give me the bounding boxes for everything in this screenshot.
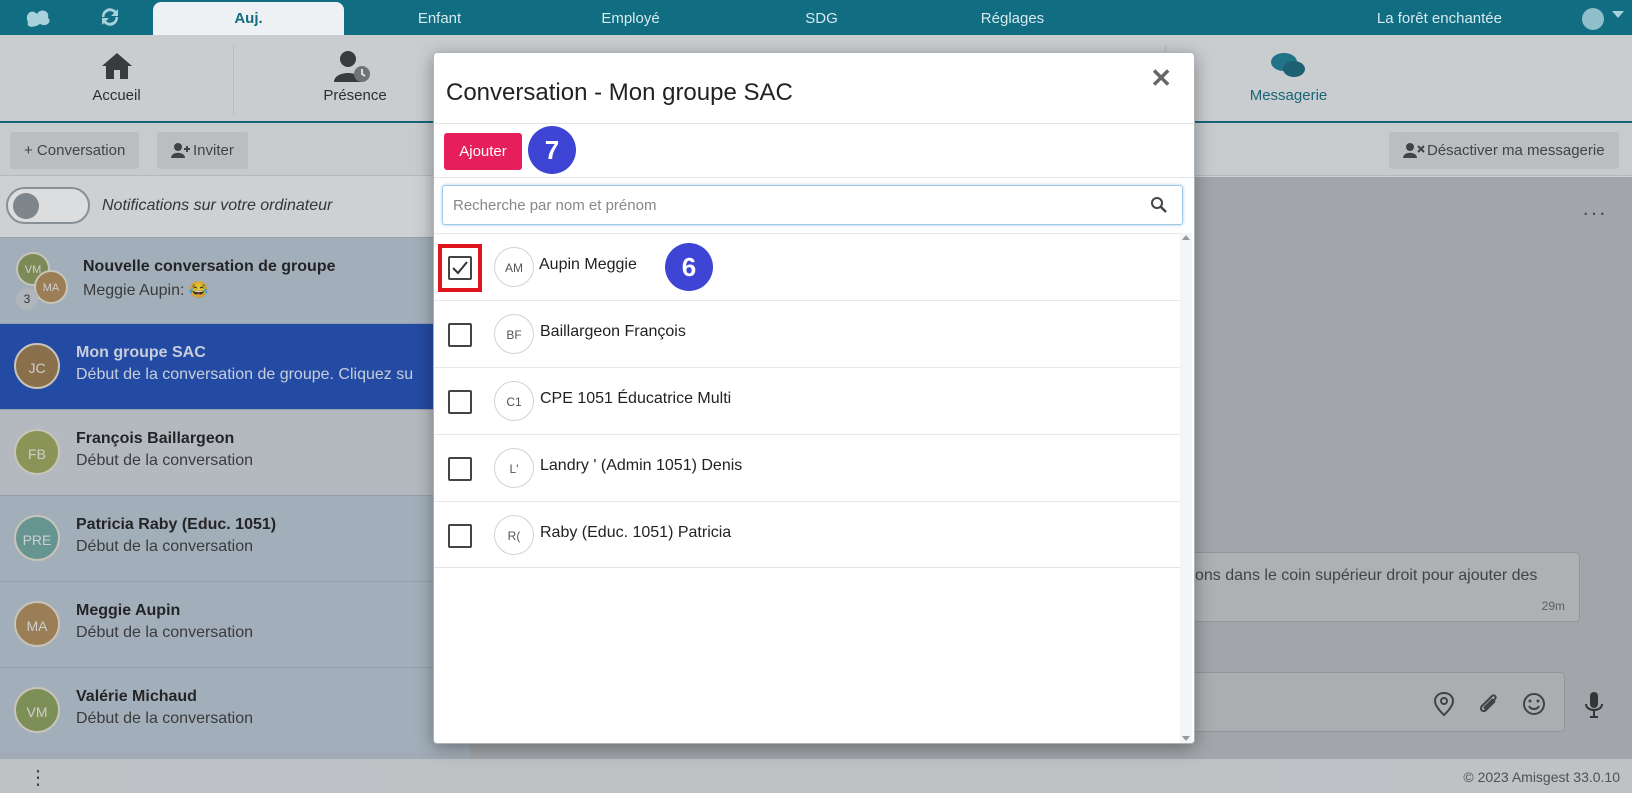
member-checkbox[interactable] bbox=[448, 457, 472, 481]
tab-enfant[interactable]: Enfant bbox=[344, 0, 535, 35]
dialog-title: Conversation - Mon groupe SAC bbox=[446, 79, 793, 106]
step-marker-7: 7 bbox=[528, 126, 576, 174]
search-box bbox=[442, 185, 1183, 225]
chevron-down-icon[interactable] bbox=[1612, 11, 1624, 18]
tab-reglages[interactable]: Réglages bbox=[917, 0, 1108, 35]
scrollbar[interactable] bbox=[1180, 233, 1192, 743]
member-checkbox[interactable] bbox=[448, 323, 472, 347]
member-row[interactable]: BF Baillargeon François bbox=[434, 300, 1180, 367]
tab-auj[interactable]: Auj. bbox=[153, 2, 344, 35]
search-input[interactable] bbox=[451, 194, 1111, 216]
divider bbox=[434, 123, 1194, 124]
conversation-members-dialog: Conversation - Mon groupe SAC ✕ Ajouter … bbox=[433, 52, 1195, 744]
member-row[interactable]: L' Landry ' (Admin 1051) Denis bbox=[434, 434, 1180, 501]
member-checkbox[interactable] bbox=[448, 256, 472, 280]
member-checkbox[interactable] bbox=[448, 390, 472, 414]
tab-employe[interactable]: Employé bbox=[535, 0, 726, 35]
close-icon[interactable]: ✕ bbox=[1150, 63, 1172, 94]
search-icon[interactable] bbox=[1150, 196, 1168, 214]
member-name: CPE 1051 Éducatrice Multi bbox=[540, 390, 732, 407]
scroll-up-icon[interactable] bbox=[1182, 235, 1190, 240]
site-name[interactable]: La forêt enchantée bbox=[1377, 0, 1502, 37]
avatar: C1 bbox=[494, 381, 534, 421]
member-name: Aupin Meggie bbox=[539, 256, 637, 273]
member-row[interactable]: C1 CPE 1051 Éducatrice Multi bbox=[434, 367, 1180, 434]
scroll-down-icon[interactable] bbox=[1182, 736, 1190, 741]
member-name: Landry ' (Admin 1051) Denis bbox=[540, 457, 743, 474]
user-avatar-icon[interactable] bbox=[1582, 8, 1604, 30]
logo-icon[interactable] bbox=[24, 6, 54, 34]
member-checkbox[interactable] bbox=[448, 524, 472, 548]
avatar: AM bbox=[494, 247, 534, 287]
avatar: R( bbox=[494, 515, 534, 555]
tab-sdg[interactable]: SDG bbox=[726, 0, 917, 35]
divider bbox=[434, 177, 1194, 178]
top-bar: Auj. Enfant Employé SDG Réglages La forê… bbox=[0, 0, 1632, 35]
member-list: AM Aupin Meggie 6 BF Baillargeon Françoi… bbox=[434, 233, 1180, 568]
checkmark-icon bbox=[452, 261, 468, 275]
add-button[interactable]: Ajouter bbox=[444, 133, 522, 170]
member-row[interactable]: AM Aupin Meggie 6 bbox=[434, 233, 1180, 300]
avatar: L' bbox=[494, 448, 534, 488]
avatar: BF bbox=[494, 314, 534, 354]
step-marker-6: 6 bbox=[665, 243, 713, 291]
member-name: Baillargeon François bbox=[540, 323, 686, 340]
member-row[interactable]: R( Raby (Educ. 1051) Patricia bbox=[434, 501, 1180, 568]
refresh-icon[interactable] bbox=[98, 6, 122, 34]
member-name: Raby (Educ. 1051) Patricia bbox=[540, 524, 732, 541]
